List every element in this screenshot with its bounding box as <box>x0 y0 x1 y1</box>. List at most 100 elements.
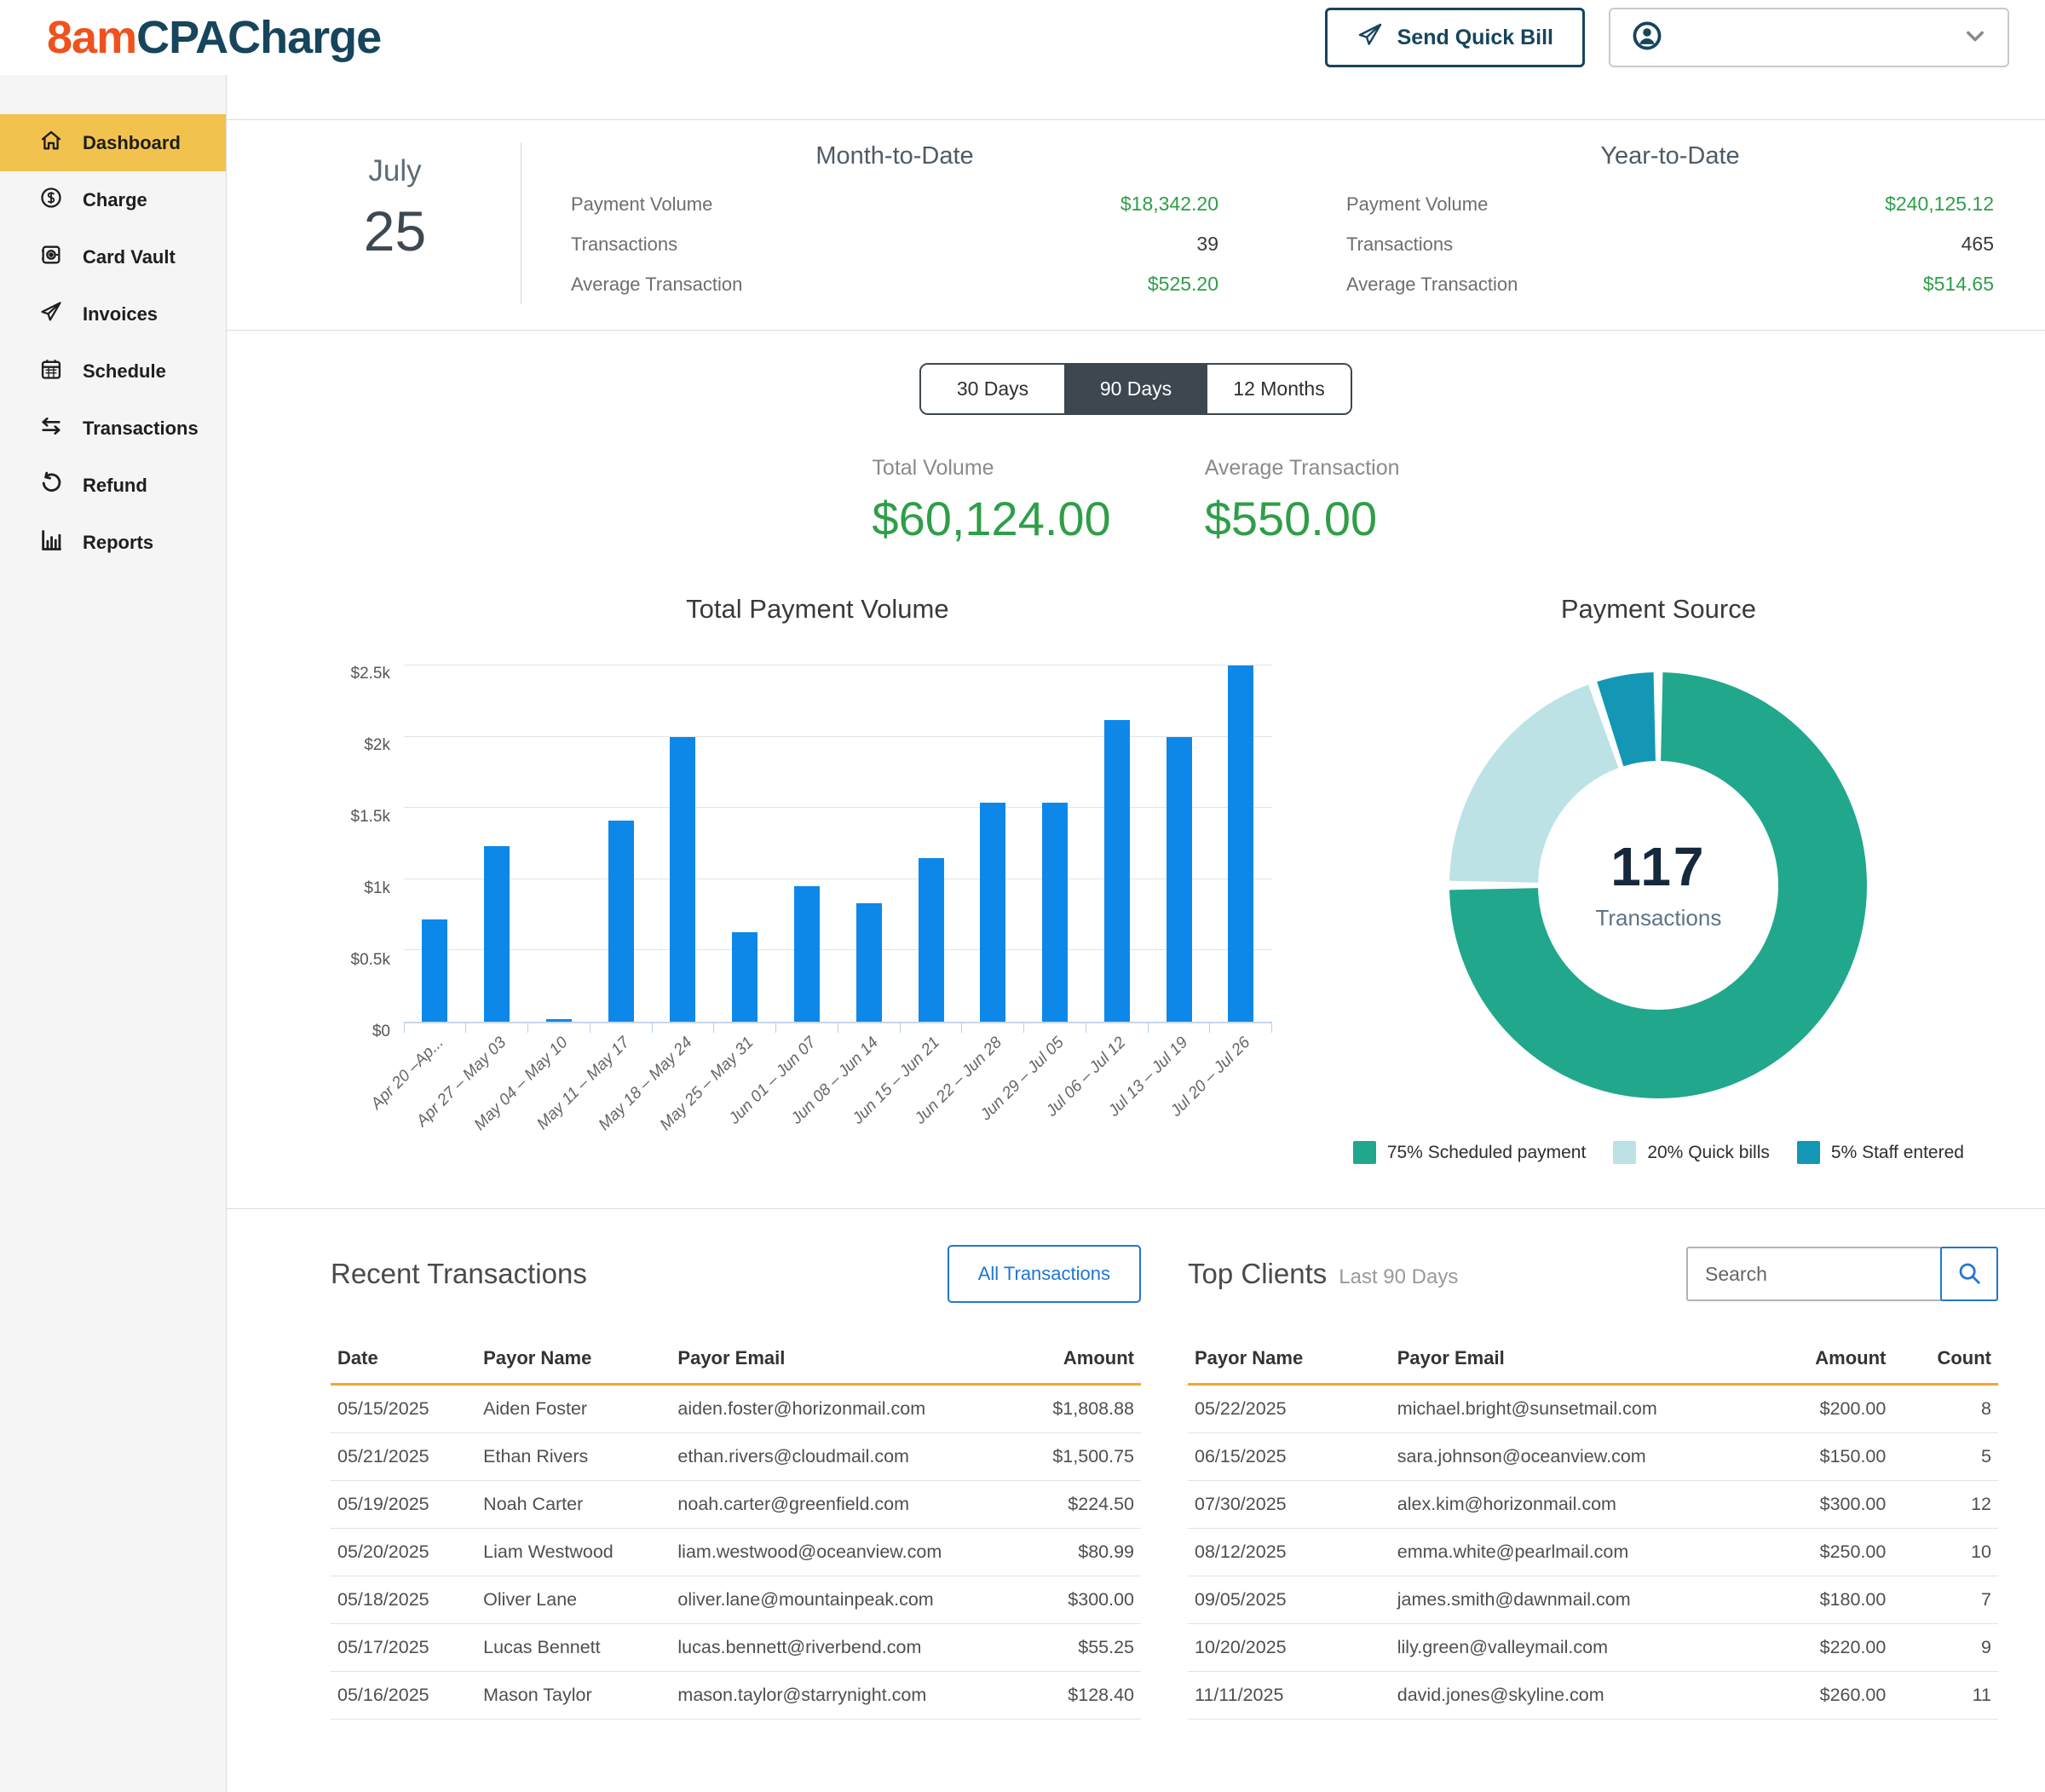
range-tabs-row: 30 Days90 Days12 Months <box>227 363 2045 415</box>
sidebar-item-reports[interactable]: Reports <box>0 514 226 571</box>
table-cell: 12 <box>1892 1481 1998 1529</box>
table-cell: Lucas Bennett <box>476 1624 671 1672</box>
bar-slot: Jun 15 – Jun 21 <box>900 666 962 1022</box>
bar-chart-title: Total Payment Volume <box>329 594 1306 625</box>
x-axis-tick <box>652 1023 653 1033</box>
send-quick-bill-button[interactable]: Send Quick Bill <box>1325 8 1585 67</box>
bar[interactable] <box>980 803 1005 1022</box>
bar-slot: Jun 22 – Jun 28 <box>962 666 1024 1022</box>
average-transaction-value: $550.00 <box>1205 491 1400 546</box>
table-cell: Oliver Lane <box>476 1576 671 1624</box>
stat-value: $525.20 <box>1148 273 1218 296</box>
table-cell: $200.00 <box>1755 1385 1893 1433</box>
search-button[interactable] <box>1940 1247 1998 1301</box>
profile-menu[interactable] <box>1609 8 2009 67</box>
year-to-date-title: Year-to-Date <box>1346 142 1994 170</box>
stat-row: Transactions39 <box>571 224 1218 264</box>
bar[interactable] <box>732 932 758 1022</box>
donut-center-value: 117 <box>1595 835 1721 898</box>
month-to-date-rows: Payment Volume$18,342.20Transactions39Av… <box>571 184 1218 304</box>
sidebar-item-transactions[interactable]: Transactions <box>0 400 226 457</box>
top-clients-search <box>1686 1247 1998 1301</box>
bar-slot: Jul 20 – Jul 26 <box>1210 666 1272 1022</box>
table-cell: liam.westwood@oceanview.com <box>671 1529 1011 1576</box>
top-clients-header: Top ClientsLast 90 Days <box>1188 1243 1998 1305</box>
column-header: Date <box>331 1339 476 1385</box>
table-row: 05/19/2025Noah Carternoah.carter@greenfi… <box>331 1481 1141 1529</box>
column-header: Amount <box>1011 1339 1141 1385</box>
bar-slot: May 11 – May 17 <box>590 666 652 1022</box>
tab-90-days[interactable]: 90 Days <box>1064 365 1207 413</box>
tab-12-months[interactable]: 12 Months <box>1207 365 1351 413</box>
year-to-date-panel: Year-to-Date Payment Volume$240,125.12Tr… <box>1338 142 2002 304</box>
bar[interactable] <box>422 919 447 1022</box>
total-payment-volume-chart: Total Payment Volume $0$0.5k$1k$1.5k$2k$… <box>329 594 1306 1164</box>
sidebar-item-schedule[interactable]: Schedule <box>0 343 226 400</box>
bar[interactable] <box>608 821 634 1022</box>
sidebar-item-card-vault[interactable]: Card Vault <box>0 228 226 285</box>
bar-slot: Jul 13 – Jul 19 <box>1148 666 1210 1022</box>
bar[interactable] <box>484 846 510 1022</box>
x-axis-tick <box>527 1023 528 1033</box>
bar[interactable] <box>1228 666 1253 1022</box>
home-icon <box>39 129 63 158</box>
bar[interactable] <box>1167 737 1192 1022</box>
sidebar-item-refund[interactable]: Refund <box>0 457 226 514</box>
table-cell: Liam Westwood <box>476 1529 671 1576</box>
table-cell: $1,808.88 <box>1011 1385 1141 1433</box>
x-axis-tick <box>1209 1023 1210 1033</box>
table-cell: james.smith@dawnmail.com <box>1391 1576 1755 1624</box>
legend-label: 75% Scheduled payment <box>1387 1143 1587 1163</box>
sidebar-item-label: Reports <box>83 532 153 554</box>
table-cell: 10 <box>1892 1529 1998 1576</box>
sidebar-item-label: Transactions <box>83 418 199 440</box>
y-axis-tick-label: $2k <box>364 736 390 755</box>
logo-8am: 8am <box>47 12 136 63</box>
stat-label: Transactions <box>571 233 677 256</box>
paper-plane-icon <box>39 300 63 329</box>
y-axis-tick-label: $0.5k <box>351 951 390 970</box>
tables-row: Recent Transactions All Transactions Dat… <box>227 1209 2045 1720</box>
bar[interactable] <box>856 903 882 1022</box>
stat-value: $240,125.12 <box>1885 193 1994 216</box>
user-avatar-icon <box>1631 20 1663 56</box>
bar[interactable] <box>670 737 695 1022</box>
sidebar-item-charge[interactable]: Charge <box>0 171 226 228</box>
table-header-row: DatePayor NamePayor EmailAmount <box>331 1339 1141 1385</box>
legend-swatch <box>1353 1141 1376 1164</box>
table-row: 06/15/2025sara.johnson@oceanview.com$150… <box>1188 1433 1998 1481</box>
top-clients-title: Top ClientsLast 90 Days <box>1188 1258 1458 1290</box>
legend-label: 20% Quick bills <box>1647 1143 1770 1163</box>
bar[interactable] <box>794 886 820 1022</box>
bar[interactable] <box>1042 803 1068 1022</box>
stat-label: Transactions <box>1346 233 1453 256</box>
table-cell: 11/11/2025 <box>1188 1672 1391 1720</box>
range-tabs: 30 Days90 Days12 Months <box>919 363 1352 415</box>
legend-label: 5% Staff entered <box>1831 1143 1964 1163</box>
search-input[interactable] <box>1686 1247 1942 1301</box>
tab-30-days[interactable]: 30 Days <box>921 365 1064 413</box>
sidebar-item-dashboard[interactable]: Dashboard <box>0 114 226 171</box>
bar-chart-plot-wrap: $0$0.5k$1k$1.5k$2k$2.5k Apr 20 –Ap...Apr… <box>329 666 1306 1023</box>
header-actions: Send Quick Bill <box>1325 8 2009 67</box>
x-axis-tick <box>900 1023 901 1033</box>
bar[interactable] <box>546 1019 572 1022</box>
table-cell: mason.taylor@starrynight.com <box>671 1672 1011 1720</box>
payment-source-chart: Payment Source 117 Transactions 75% Sche… <box>1306 594 2011 1164</box>
bar-slot: May 18 – May 24 <box>652 666 714 1022</box>
all-transactions-button[interactable]: All Transactions <box>948 1245 1141 1303</box>
table-row: 05/22/2025michael.bright@sunsetmail.com$… <box>1188 1385 1998 1433</box>
table-cell: 05/18/2025 <box>331 1576 476 1624</box>
sidebar-item-invoices[interactable]: Invoices <box>0 285 226 343</box>
bar-chart-y-axis: $0$0.5k$1k$1.5k$2k$2.5k <box>329 666 404 1023</box>
stat-row: Payment Volume$18,342.20 <box>571 184 1218 224</box>
table-row: 07/30/2025alex.kim@horizonmail.com$300.0… <box>1188 1481 1998 1529</box>
table-cell: lucas.bennett@riverbend.com <box>671 1624 1011 1672</box>
bar[interactable] <box>1104 720 1130 1022</box>
x-axis-tick <box>1023 1023 1024 1033</box>
bar[interactable] <box>919 858 944 1022</box>
transfer-arrows-icon <box>39 414 63 443</box>
table-row: 05/16/2025Mason Taylormason.taylor@starr… <box>331 1672 1141 1720</box>
x-axis-tick <box>465 1023 466 1033</box>
table-cell: ethan.rivers@cloudmail.com <box>671 1433 1011 1481</box>
